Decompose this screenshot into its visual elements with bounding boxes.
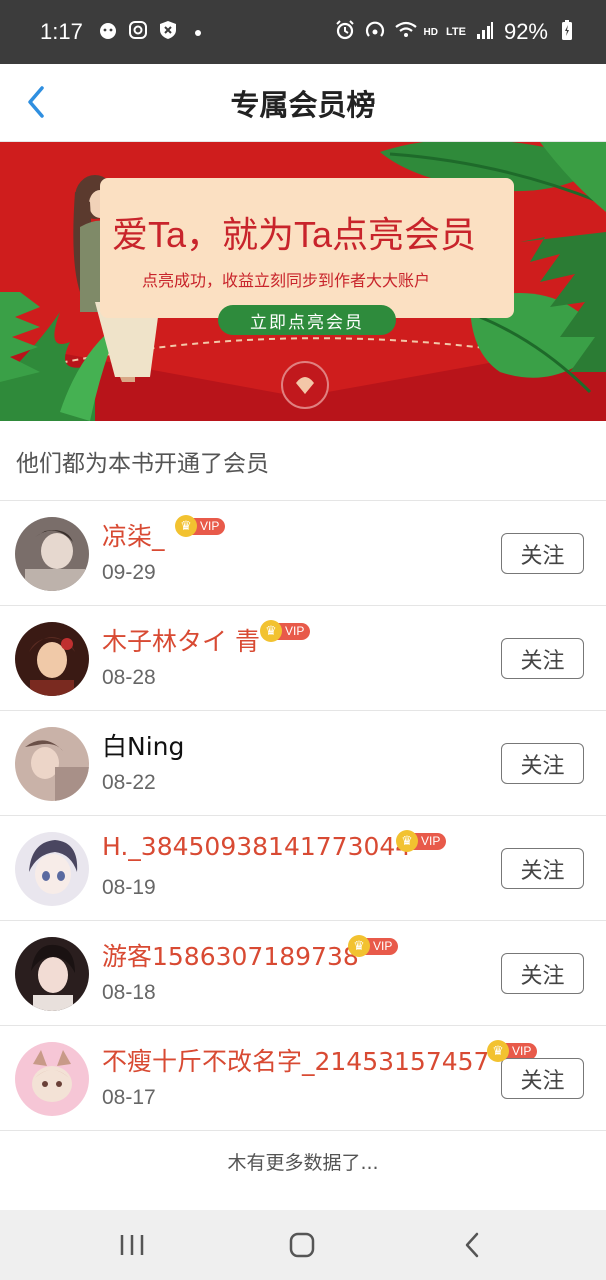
follow-button[interactable]: 关注: [501, 848, 584, 889]
follow-button[interactable]: 关注: [501, 533, 584, 574]
vip-badge: ♛ VIP: [260, 620, 311, 642]
crown-icon: ♛: [348, 935, 370, 957]
avatar[interactable]: [15, 832, 89, 906]
avatar[interactable]: [15, 937, 89, 1011]
hd-icon: HD: [423, 26, 438, 38]
banner-headline: 爱Ta，就为Ta点亮会员: [112, 214, 477, 255]
member-name[interactable]: 不瘦十斤不改名字_21453157457: [102, 1042, 489, 1078]
list-item[interactable]: 不瘦十斤不改名字_21453157457 ♛ VIP 08-17 关注: [0, 1026, 606, 1131]
member-date: 09-29: [102, 561, 156, 584]
recent-apps-icon: [120, 1235, 144, 1255]
back-button[interactable]: [452, 1230, 492, 1260]
crown-icon: ♛: [487, 1040, 509, 1062]
list-item[interactable]: 凉柒_ ♛ VIP 09-29 关注: [0, 501, 606, 606]
member-name[interactable]: 木子林タイ 青: [102, 622, 260, 658]
list-item[interactable]: 木子林タイ 青 ♛ VIP 08-28 关注: [0, 606, 606, 711]
signal-icon: [474, 20, 496, 45]
crown-icon: ♛: [260, 620, 282, 642]
light-up-vip-button[interactable]: 立即点亮会员: [218, 305, 396, 335]
follow-button[interactable]: 关注: [501, 953, 584, 994]
shield-icon: [157, 20, 179, 45]
member-list: 凉柒_ ♛ VIP 09-29 关注 木子林タイ 青 ♛ VIP 08-28 关…: [0, 501, 606, 1131]
recent-apps-button[interactable]: [112, 1230, 152, 1260]
member-name[interactable]: 凉柒_: [102, 517, 165, 553]
member-name[interactable]: H._38450938141773044: [102, 832, 411, 861]
member-date: 08-18: [102, 981, 156, 1004]
member-date: 08-17: [102, 1086, 156, 1109]
member-date: 08-28: [102, 666, 156, 689]
dot-icon: [187, 22, 209, 43]
follow-button[interactable]: 关注: [501, 743, 584, 784]
notification-icon: [97, 20, 119, 45]
vip-badge: ♛ VIP: [348, 935, 399, 957]
status-left: 1:17: [40, 19, 209, 45]
member-date: 08-19: [102, 876, 156, 899]
vip-badge: ♛ VIP: [175, 515, 226, 537]
status-bar: 1:17 HD LTE 92%: [0, 0, 606, 64]
list-item[interactable]: H._38450938141773044 ♛ VIP 08-19 关注: [0, 816, 606, 921]
follow-button[interactable]: 关注: [501, 1058, 584, 1099]
app-header: 专属会员榜: [0, 64, 606, 142]
avatar[interactable]: [15, 727, 89, 801]
promo-banner[interactable]: 爱Ta，就为Ta点亮会员 点亮成功，收益立刻同步到作者大大账户 立即点亮会员: [0, 142, 606, 421]
member-name[interactable]: 游客1586307189738: [102, 937, 359, 973]
chevron-left-icon: [28, 86, 44, 118]
member-date: 08-22: [102, 771, 156, 794]
home-icon: [289, 1232, 315, 1258]
lte-icon: LTE: [445, 26, 466, 38]
avatar[interactable]: [15, 1042, 89, 1116]
member-name[interactable]: 白Ning: [102, 727, 184, 763]
section-title: 他们都为本书开通了会员: [0, 421, 606, 501]
back-button[interactable]: [16, 82, 56, 122]
list-item[interactable]: 白Ning 08-22 关注: [0, 711, 606, 816]
vip-badge: ♛ VIP: [396, 830, 447, 852]
page-title: 专属会员榜: [230, 87, 376, 122]
battery-icon: [556, 19, 578, 46]
hotspot-icon: [364, 19, 386, 46]
back-icon: [465, 1232, 479, 1258]
avatar[interactable]: [15, 517, 89, 591]
no-more-data-text: 木有更多数据了...: [227, 1151, 379, 1174]
avatar[interactable]: [15, 622, 89, 696]
system-nav-bar: [0, 1210, 606, 1280]
banner-subline: 点亮成功，收益立刻同步到作者大大账户: [142, 271, 431, 290]
crown-icon: ♛: [396, 830, 418, 852]
status-time: 1:17: [40, 19, 83, 44]
home-button[interactable]: [282, 1230, 322, 1260]
battery-percent: 92%: [503, 19, 548, 44]
alarm-icon: [334, 19, 356, 46]
wifi-icon: [394, 20, 417, 45]
status-right: HD LTE 92%: [334, 19, 578, 46]
list-item[interactable]: 游客1586307189738 ♛ VIP 08-18 关注: [0, 921, 606, 1026]
crown-icon: ♛: [175, 515, 197, 537]
instagram-icon: [127, 20, 149, 45]
follow-button[interactable]: 关注: [501, 638, 584, 679]
